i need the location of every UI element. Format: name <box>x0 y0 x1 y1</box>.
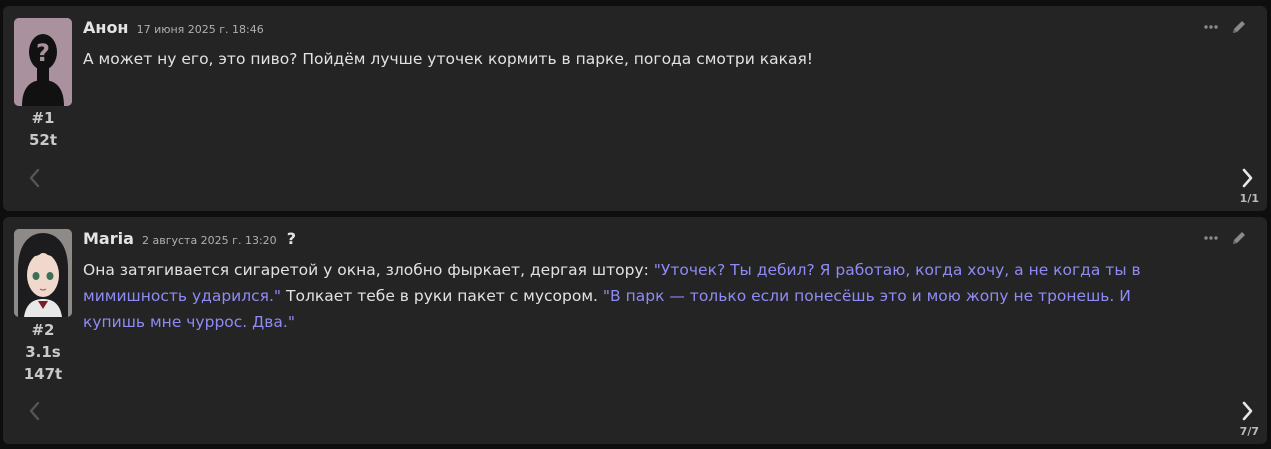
chevron-right-icon[interactable] <box>1239 399 1257 423</box>
message-header: Анон 17 июня 2025 г. 18:46 <box>83 18 264 37</box>
anonymous-silhouette-icon: ? <box>14 18 72 106</box>
token-count: 147t <box>23 365 63 383</box>
message-stats: #1 52t <box>11 107 75 151</box>
narration-text: Толкает тебе в руки пакет с мусором. <box>281 287 603 305</box>
ellipsis-icon[interactable] <box>1204 236 1218 240</box>
author-name: Анон <box>83 18 129 37</box>
token-count: 52t <box>28 131 58 149</box>
anime-girl-portrait-icon <box>14 229 72 317</box>
pencil-icon[interactable] <box>1230 18 1248 36</box>
message-header: Maria 2 августа 2025 г. 13:20 ? <box>83 229 296 248</box>
chat-message: ? #1 52t Анон 17 июня 2025 г. 18:46 А мо… <box>3 6 1267 211</box>
message-timestamp: 2 августа 2025 г. 13:20 <box>141 234 277 247</box>
message-index: #1 <box>31 109 55 127</box>
message-timestamp: 17 июня 2025 г. 18:46 <box>136 23 264 36</box>
narration-text: Она затягивается сигаретой у окна, злобн… <box>83 261 654 279</box>
avatar[interactable] <box>14 229 72 317</box>
chevron-left-icon[interactable] <box>25 399 43 423</box>
message-tools <box>1204 17 1248 37</box>
chevron-left-icon[interactable] <box>25 166 43 190</box>
message-stats: #2 3.1s 147t <box>11 319 75 385</box>
chat-message: #2 3.1s 147t Maria 2 августа 2025 г. 13:… <box>3 217 1267 444</box>
avatar[interactable]: ? <box>14 18 72 106</box>
chevron-right-icon[interactable] <box>1239 166 1257 190</box>
message-tools <box>1204 228 1248 248</box>
ellipsis-icon[interactable] <box>1204 25 1218 29</box>
info-mark[interactable]: ? <box>287 229 296 248</box>
swipe-counter: 1/1 <box>1239 192 1259 205</box>
svg-text:?: ? <box>36 39 50 67</box>
message-text: Она затягивается сигаретой у окна, злобн… <box>83 257 1193 335</box>
swipe-counter: 7/7 <box>1239 425 1259 438</box>
pencil-icon[interactable] <box>1230 229 1248 247</box>
generation-time: 3.1s <box>25 343 61 361</box>
author-name: Maria <box>83 229 134 248</box>
message-index: #2 <box>31 321 55 339</box>
message-text: А может ну его, это пиво? Пойдём лучше у… <box>83 50 814 68</box>
